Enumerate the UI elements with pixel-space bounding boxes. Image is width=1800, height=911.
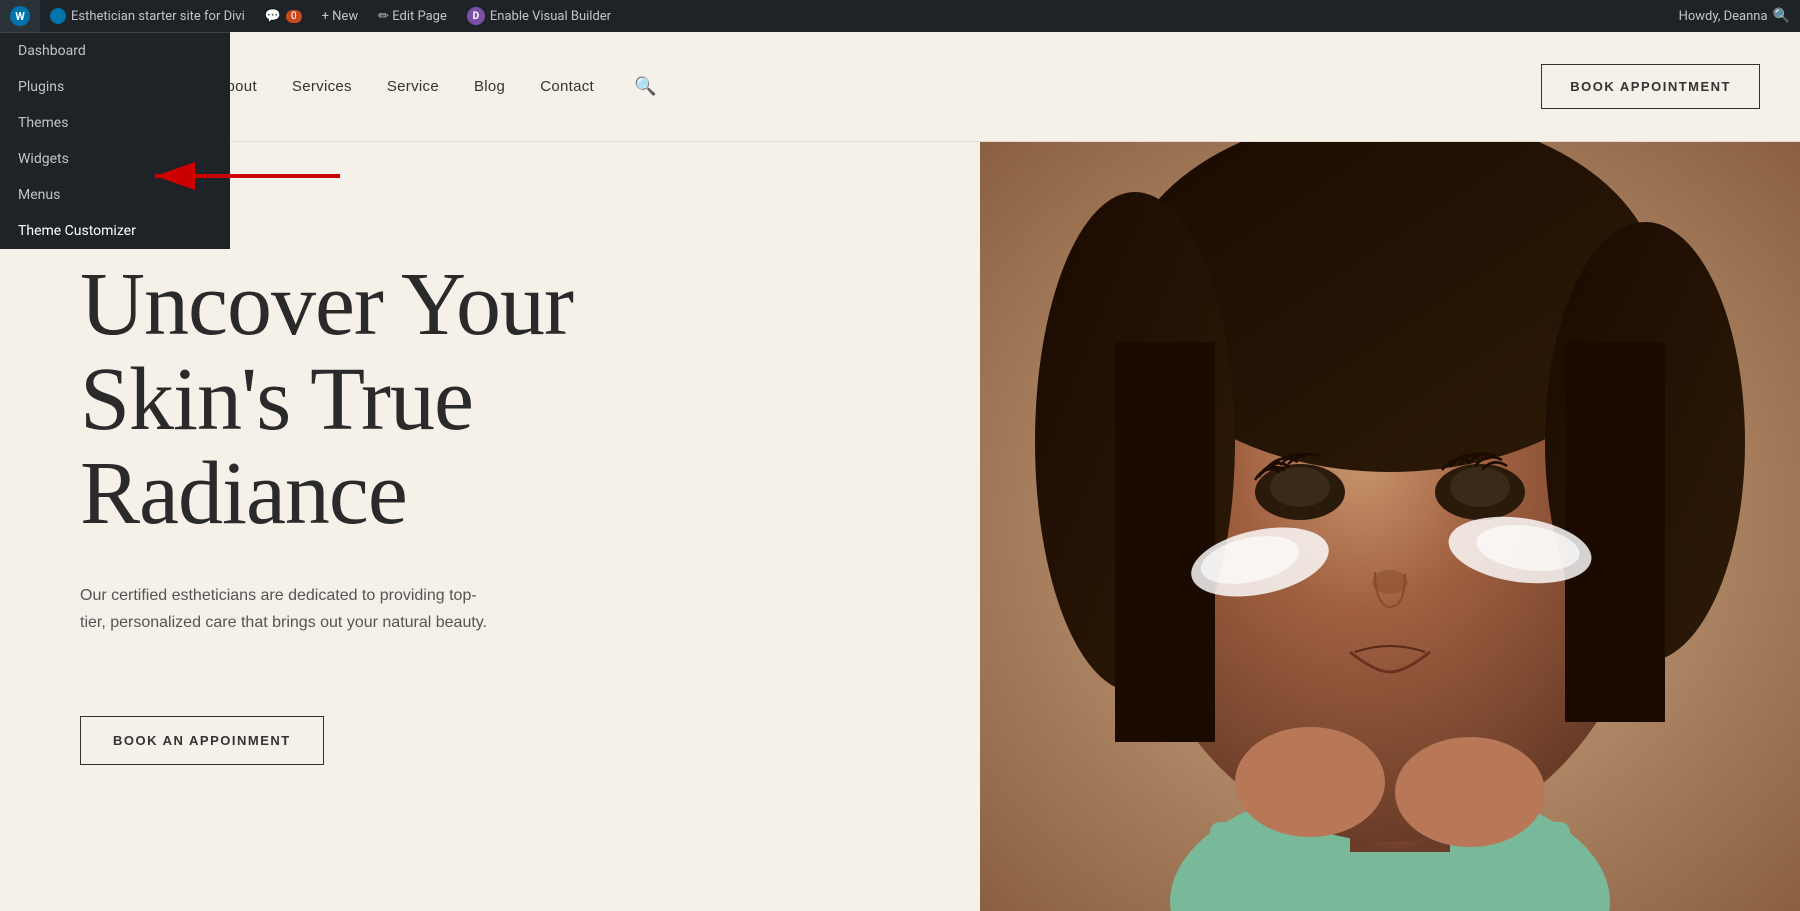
hero-image-panel xyxy=(980,142,1800,911)
hero-description: Our certified estheticians are dedicated… xyxy=(80,582,500,636)
hero-image xyxy=(980,142,1800,911)
nav-link-service[interactable]: Service xyxy=(387,78,439,95)
edit-page-item[interactable]: ✏ Edit Page xyxy=(368,0,457,32)
hero-heading: Uncover Your Skin's True Radiance xyxy=(80,258,760,542)
comments-item[interactable]: 💬 0 xyxy=(255,0,312,32)
hero-heading-line1: Uncover Your xyxy=(80,255,573,354)
divi-builder-label: Enable Visual Builder xyxy=(490,9,611,24)
divi-builder-item[interactable]: D Enable Visual Builder xyxy=(457,0,621,32)
menus-label: Menus xyxy=(18,187,60,203)
site-favicon-icon xyxy=(50,8,66,24)
hero-appointment-button[interactable]: BOOK AN APPOINMENT xyxy=(80,716,324,765)
dropdown-item-plugins[interactable]: Plugins xyxy=(0,69,230,105)
new-content-item[interactable]: + New xyxy=(312,0,369,32)
comments-count: 0 xyxy=(286,10,302,23)
dropdown-item-dashboard[interactable]: Dashboard xyxy=(0,33,230,69)
admin-search-icon[interactable]: 🔍 xyxy=(1773,8,1790,24)
main-content: Welcome to Divi Uncover Your Skin's True… xyxy=(0,142,1800,911)
themes-label: Themes xyxy=(18,115,68,131)
annotation-arrow xyxy=(145,156,345,201)
admin-bar: W Esthetician starter site for Divi 💬 0 … xyxy=(0,0,1800,32)
hero-heading-line2: Skin's True xyxy=(80,350,473,449)
nav-link-contact[interactable]: Contact xyxy=(540,78,594,95)
hero-left-panel: Welcome to Divi Uncover Your Skin's True… xyxy=(0,142,820,911)
widgets-label: Widgets xyxy=(18,151,69,167)
site-navigation: Home About Services Service Blog Contact… xyxy=(120,76,1541,97)
new-content-label: + New xyxy=(322,9,359,24)
theme-customizer-label: Theme Customizer xyxy=(18,223,136,239)
site-header: ◎ Home About Services Service Blog Conta… xyxy=(0,32,1800,142)
plugins-label: Plugins xyxy=(18,79,64,95)
site-name-label: Esthetician starter site for Divi xyxy=(71,9,245,24)
nav-link-services[interactable]: Services xyxy=(292,78,352,95)
hero-portrait-svg xyxy=(980,142,1800,911)
hero-heading-line3: Radiance xyxy=(80,444,407,543)
book-appointment-button[interactable]: BOOK APPOINTMENT xyxy=(1541,64,1760,109)
howdy-label: Howdy, Deanna xyxy=(1679,9,1768,24)
nav-link-blog[interactable]: Blog xyxy=(474,78,505,95)
dashboard-label: Dashboard xyxy=(18,43,86,59)
comments-icon: 💬 xyxy=(265,9,281,24)
wp-logo-icon: W xyxy=(10,6,30,26)
wp-logo-item[interactable]: W xyxy=(0,0,40,32)
appearance-dropdown: Dashboard Plugins Themes Widgets Menus T… xyxy=(0,32,230,249)
edit-page-label: ✏ Edit Page xyxy=(378,9,447,24)
dropdown-item-themes[interactable]: Themes xyxy=(0,105,230,141)
dropdown-item-theme-customizer[interactable]: Theme Customizer xyxy=(0,213,230,249)
nav-search-icon[interactable]: 🔍 xyxy=(634,76,656,97)
divi-icon: D xyxy=(467,7,485,25)
site-name-item[interactable]: Esthetician starter site for Divi xyxy=(40,0,255,32)
